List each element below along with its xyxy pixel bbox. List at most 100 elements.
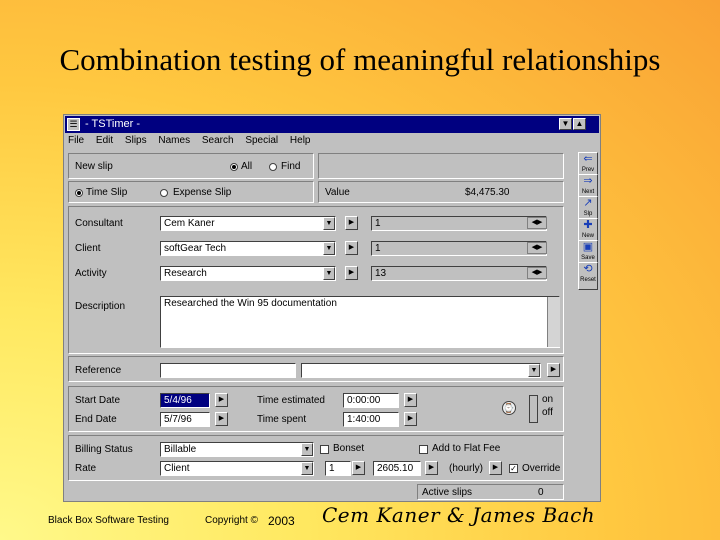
- time-spent-button[interactable]: ▶: [404, 412, 417, 426]
- override-label: Override: [522, 463, 561, 474]
- rate-amount-button[interactable]: ▶: [425, 461, 438, 475]
- description-scrollbar[interactable]: [547, 297, 560, 347]
- rate-dropdown-button[interactable]: ▼: [301, 462, 313, 475]
- end-date-label: End Date: [75, 414, 117, 425]
- app-icon[interactable]: ☰: [67, 118, 80, 131]
- activity-spinner[interactable]: ◀▶: [527, 267, 547, 279]
- radio-all[interactable]: [230, 163, 238, 171]
- consultant-number: 1: [371, 216, 547, 231]
- dates-panel: Start Date 5/4/96 ▶ End Date 5/7/96 ▶ Ti…: [68, 386, 564, 432]
- rate-unit-label: (hourly): [449, 463, 483, 474]
- billing-panel: Billing Status Billable ▼ Rate Client ▼ …: [68, 435, 564, 481]
- add-flat-fee-checkbox[interactable]: [419, 445, 428, 454]
- reference-field[interactable]: [160, 363, 296, 378]
- description-textarea[interactable]: Researched the Win 95 documentation: [160, 296, 560, 348]
- consultant-label: Consultant: [75, 218, 123, 229]
- activity-label: Activity: [75, 268, 107, 279]
- client-spinner[interactable]: ◀▶: [527, 242, 547, 254]
- menu-search[interactable]: Search: [202, 135, 234, 146]
- start-date-field[interactable]: 5/4/96: [160, 393, 210, 408]
- consultant-field[interactable]: Cem Kaner: [160, 216, 336, 231]
- timer-off-label: off: [542, 407, 553, 418]
- menu-slips[interactable]: Slips: [125, 135, 147, 146]
- reference-dropdown-button[interactable]: ▼: [528, 364, 540, 377]
- footer-year: 2003: [268, 514, 295, 528]
- consultant-dropdown-button[interactable]: ▼: [323, 217, 335, 230]
- radio-find[interactable]: [269, 163, 277, 171]
- reference-combo[interactable]: [301, 363, 541, 378]
- rate-amount-field[interactable]: 2605.10: [373, 461, 421, 476]
- chart-icon: ↗: [583, 197, 593, 209]
- client-field[interactable]: softGear Tech: [160, 241, 336, 256]
- start-date-button[interactable]: ▶: [215, 393, 228, 407]
- timer-toggle[interactable]: [529, 395, 538, 423]
- stopwatch-icon[interactable]: ⌚: [502, 401, 516, 415]
- minimize-button[interactable]: ▼: [559, 118, 572, 130]
- time-slip-label: Time Slip: [86, 187, 128, 198]
- reference-label: Reference: [75, 365, 122, 376]
- active-slips-count: 0: [538, 487, 544, 498]
- description-label: Description: [75, 301, 126, 312]
- timer-on-label: on: [542, 394, 554, 405]
- slip-type-panel: Time Slip Expense Slip: [68, 181, 314, 203]
- start-date-label: Start Date: [75, 395, 121, 406]
- maximize-button[interactable]: ▲: [573, 118, 586, 130]
- end-date-button[interactable]: ▶: [215, 412, 228, 426]
- radio-all-label: All: [241, 161, 253, 172]
- menu-bar: File Edit Slips Names Search Special Hel…: [68, 135, 320, 149]
- value-panel: Value $4,475.30: [318, 181, 564, 203]
- time-estimated-field[interactable]: 0:00:00: [343, 393, 399, 408]
- billing-status-dropdown-button[interactable]: ▼: [301, 443, 313, 456]
- rate-label: Rate: [75, 463, 97, 474]
- prev-arrow-icon: ⇐: [583, 153, 593, 165]
- footer-course: Black Box Software Testing: [48, 515, 169, 526]
- menu-names[interactable]: Names: [158, 135, 190, 146]
- add-flat-fee-label: Add to Flat Fee: [432, 443, 501, 454]
- radio-time-slip[interactable]: [75, 189, 83, 197]
- rate-field[interactable]: Client: [160, 461, 314, 476]
- client-next-button[interactable]: ▶: [345, 241, 358, 255]
- activity-field[interactable]: Research: [160, 266, 336, 281]
- active-slips-label: Active slips: [422, 487, 473, 498]
- time-estimated-button[interactable]: ▶: [404, 393, 417, 407]
- consultant-spinner[interactable]: ◀▶: [527, 217, 547, 229]
- menu-edit[interactable]: Edit: [96, 135, 113, 146]
- activity-number: 13: [371, 266, 547, 281]
- title-bar[interactable]: ☰ - TSTimer - ▼ ▲: [65, 116, 599, 133]
- bonset-checkbox[interactable]: [320, 445, 329, 454]
- time-spent-label: Time spent: [257, 414, 307, 425]
- radio-expense-slip[interactable]: [160, 189, 168, 197]
- menu-help[interactable]: Help: [290, 135, 311, 146]
- menu-file[interactable]: File: [68, 135, 84, 146]
- toolbar-next-label: Next: [581, 189, 595, 195]
- client-dropdown-button[interactable]: ▼: [323, 242, 335, 255]
- end-date-field[interactable]: 5/7/96: [160, 412, 210, 427]
- reference-next-button[interactable]: ▶: [547, 363, 560, 377]
- consultant-next-button[interactable]: ▶: [345, 216, 358, 230]
- rate-unit-button[interactable]: ▶: [489, 461, 502, 475]
- toolbar-reset-label: Reset: [580, 277, 596, 283]
- menu-special[interactable]: Special: [245, 135, 278, 146]
- client-label: Client: [75, 243, 101, 254]
- toolbar-reset-button[interactable]: ⟲ Reset: [578, 262, 598, 290]
- rate-number-field[interactable]: 1: [325, 461, 351, 476]
- value-label: Value: [325, 187, 350, 198]
- rate-number-button[interactable]: ▶: [352, 461, 365, 475]
- toolbar-prev-label: Prev: [581, 167, 595, 173]
- billing-status-field[interactable]: Billable: [160, 442, 314, 457]
- bonset-label: Bonset: [333, 443, 365, 454]
- slip-form-panel: Consultant Cem Kaner ▼ ▶ 1 ◀▶ Client sof…: [68, 206, 564, 354]
- override-checkbox[interactable]: ✓: [509, 464, 518, 473]
- activity-next-button[interactable]: ▶: [345, 266, 358, 280]
- client-number: 1: [371, 241, 547, 256]
- new-slip-label[interactable]: New slip: [75, 161, 113, 172]
- save-icon: ▣: [582, 241, 594, 253]
- activity-dropdown-button[interactable]: ▼: [323, 267, 335, 280]
- billing-status-label: Billing Status: [75, 444, 133, 455]
- time-spent-field[interactable]: 1:40:00: [343, 412, 399, 427]
- author-signature: Cem Kaner & James Bach: [322, 503, 596, 527]
- radio-find-label: Find: [281, 161, 301, 172]
- toolbar-new-label: New: [581, 233, 594, 239]
- reference-panel: Reference ▼ ▶: [68, 356, 564, 382]
- slip-bar-blank-panel: [318, 153, 564, 179]
